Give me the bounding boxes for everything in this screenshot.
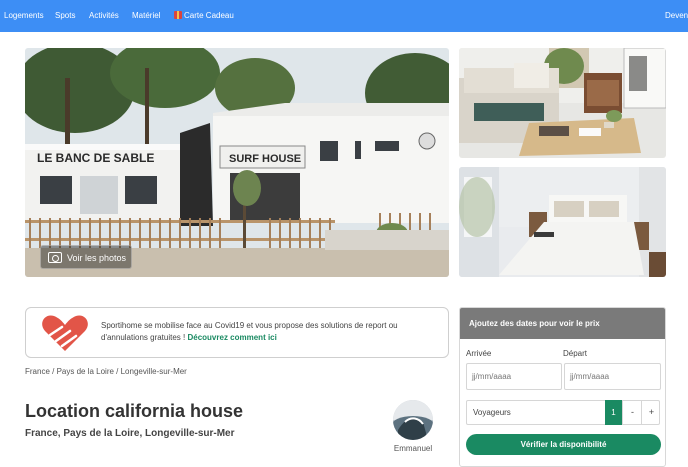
thumbnail-living-room[interactable] xyxy=(459,48,666,158)
sign-surf-house: SURF HOUSE xyxy=(229,153,301,165)
page-title: Location california house xyxy=(25,401,244,421)
departure-label: Départ xyxy=(563,349,588,358)
booking-header: Ajoutez des dates pour voir le prix xyxy=(460,308,665,339)
voir-photos-label: Voir les photos xyxy=(67,253,127,263)
travelers-minus-button[interactable]: - xyxy=(622,400,642,425)
nav-logements[interactable]: Logements xyxy=(4,11,44,21)
listing-location: France, Pays de la Loire, Longeville-sur… xyxy=(25,428,235,439)
sign-banc-de-sable: LE BANC DE SABLE xyxy=(37,151,154,165)
travelers-plus-button[interactable]: + xyxy=(641,400,661,425)
arrival-date-input[interactable]: jj/mm/aaaa xyxy=(466,363,562,390)
nav-carte-cadeau[interactable]: Carte Cadeau xyxy=(174,11,234,21)
covid-link[interactable]: Découvrez comment ici xyxy=(187,333,276,342)
nav-carte-cadeau-label: Carte Cadeau xyxy=(184,11,234,20)
host-name: Emmanuel xyxy=(393,444,433,453)
host-avatar[interactable] xyxy=(393,400,433,440)
verify-availability-button[interactable]: Vérifier la disponibilité xyxy=(466,434,661,455)
gift-icon xyxy=(174,11,182,19)
nav-activites[interactable]: Activités xyxy=(89,11,119,21)
heart-hands-icon xyxy=(42,315,88,351)
departure-date-input[interactable]: jj/mm/aaaa xyxy=(564,363,661,390)
nav-materiel[interactable]: Matériel xyxy=(132,11,160,21)
breadcrumb[interactable]: France / Pays de la Loire / Longeville-s… xyxy=(25,367,187,376)
travelers-count[interactable]: 1 xyxy=(605,400,622,425)
top-navbar: Logements Spots Activités Matériel Carte… xyxy=(0,0,688,32)
nav-spots[interactable]: Spots xyxy=(55,11,75,21)
booking-widget: Ajoutez des dates pour voir le prix Arri… xyxy=(459,307,666,467)
covid-notice: Sportihome se mobilise face au Covid19 e… xyxy=(25,307,449,358)
arrival-label: Arrivée xyxy=(466,349,492,358)
nav-devenir[interactable]: Devenir xyxy=(665,11,688,21)
covid-text: Sportihome se mobilise face au Covid19 e… xyxy=(101,320,441,344)
camera-icon xyxy=(48,252,62,263)
travelers-label: Voyageurs xyxy=(473,408,511,417)
voir-photos-button[interactable]: Voir les photos xyxy=(40,245,132,269)
thumbnail-bedroom[interactable] xyxy=(459,167,666,277)
cut-off-text-line xyxy=(25,454,285,459)
main-photo[interactable]: LE BANC DE SABLE SURF HOUSE xyxy=(25,48,449,277)
travelers-field: Voyageurs 1 - + xyxy=(466,400,660,425)
